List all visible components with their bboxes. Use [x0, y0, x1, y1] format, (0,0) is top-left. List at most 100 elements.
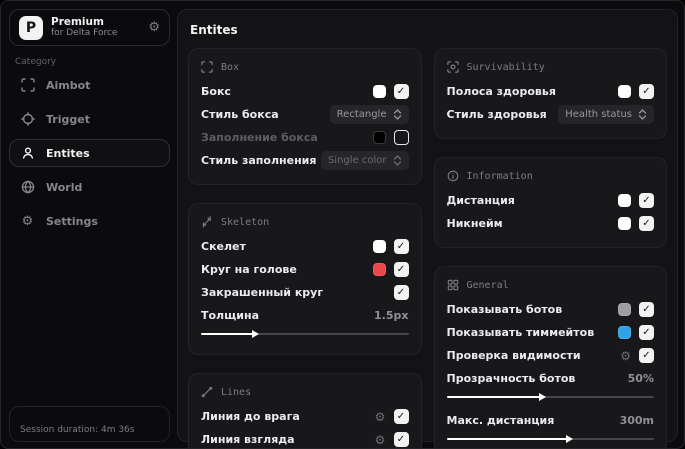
- health-style-select[interactable]: Health status: [558, 105, 654, 124]
- premium-title-block: Premium for Delta Force: [51, 16, 140, 38]
- setting-row: Стиль заполнения Single color: [201, 149, 409, 172]
- bot-opacity-slider[interactable]: [446, 392, 654, 402]
- setting-label: Прозрачность ботов: [446, 372, 576, 385]
- card-title: Lines: [221, 386, 252, 398]
- line-icon: [201, 386, 213, 398]
- checkbox[interactable]: [393, 285, 409, 300]
- setting-row: Круг на голове: [201, 258, 409, 281]
- crosshair-icon: [20, 112, 35, 127]
- color-swatch[interactable]: [618, 217, 631, 230]
- color-swatch[interactable]: [372, 131, 386, 144]
- card-survivability: Survivability Полоса здоровья Стиль здор…: [433, 48, 667, 139]
- checkbox[interactable]: [393, 130, 409, 145]
- checkbox[interactable]: [393, 262, 409, 277]
- card-lines-header: Lines: [201, 386, 409, 398]
- checkbox[interactable]: [639, 325, 654, 340]
- sidebar-item-label: Settings: [46, 214, 98, 228]
- sidebar-item-trigget[interactable]: Trigget: [9, 105, 170, 133]
- setting-row: Стиль здоровья Health status: [446, 103, 654, 126]
- setting-row: Дистанция: [447, 189, 654, 212]
- color-swatch[interactable]: [372, 240, 386, 253]
- setting-row: Макс. дистанция 300m: [447, 409, 655, 432]
- checkbox[interactable]: [639, 193, 654, 208]
- setting-row: Линия до врага ⚙: [201, 405, 409, 428]
- card-lines: Lines Линия до врага ⚙ Линия взгляда ⚙: [188, 373, 422, 448]
- color-swatch[interactable]: [618, 326, 631, 339]
- card-title: General: [466, 279, 509, 291]
- card-title: Information: [466, 170, 533, 182]
- color-swatch[interactable]: [372, 263, 386, 276]
- color-swatch[interactable]: [372, 85, 386, 98]
- color-swatch[interactable]: [618, 194, 631, 207]
- app-logo: P: [19, 15, 43, 40]
- setting-row: Толщина 1.5px: [201, 304, 409, 327]
- card-information: Information Дистанция Никнейм: [433, 157, 667, 248]
- setting-label: Макс. дистанция: [446, 414, 555, 427]
- max-distance-slider[interactable]: [446, 434, 654, 444]
- setting-label: Полоса здоровья: [446, 85, 556, 98]
- setting-label: Стиль здоровья: [446, 108, 547, 121]
- checkbox[interactable]: [639, 302, 654, 317]
- setting-label: Заполнение бокса: [201, 131, 318, 144]
- card-title: Skeleton: [221, 216, 270, 228]
- setting-label: Круг на голове: [201, 263, 297, 276]
- color-swatch[interactable]: [618, 85, 631, 98]
- slider-value: 300m: [619, 414, 654, 427]
- checkbox[interactable]: [393, 409, 409, 424]
- bone-icon: [202, 216, 211, 228]
- setting-row: Линия взгляда ⚙: [201, 428, 409, 448]
- target-scan-icon: [446, 61, 459, 73]
- setting-row: Полоса здоровья: [446, 80, 654, 103]
- right-column: Survivability Полоса здоровья Стиль здор…: [433, 48, 667, 448]
- main-panel: Entites Box Бокс ✓ Стиль бокса Rectangle…: [177, 9, 678, 448]
- setting-row: Скелет: [201, 235, 409, 258]
- setting-label: Линия до врага: [201, 410, 300, 423]
- card-box: Box Бокс Стиль бокса Rectangle: [188, 48, 422, 185]
- checkbox[interactable]: [639, 84, 654, 99]
- slider-value: 50%: [627, 372, 654, 385]
- setting-row: Бокс: [201, 80, 409, 103]
- checkbox[interactable]: [639, 348, 654, 363]
- category-label: Category: [15, 57, 57, 67]
- gear-icon[interactable]: ⚙: [375, 434, 386, 446]
- gear-icon[interactable]: ⚙: [375, 411, 386, 423]
- setting-label: Стиль заполнения: [201, 154, 317, 167]
- gear-icon[interactable]: ⚙: [148, 21, 160, 34]
- sidebar-item-settings[interactable]: ⚙ Settings: [9, 207, 170, 235]
- slider-fill[interactable]: [201, 330, 259, 338]
- slider-fill[interactable]: [446, 435, 574, 443]
- sidebar-item-label: Aimbot: [46, 78, 91, 92]
- premium-subtitle: for Delta Force: [51, 28, 118, 39]
- card-information-header: Information: [447, 170, 655, 182]
- fill-style-select[interactable]: Single color: [320, 151, 409, 170]
- setting-row: Закрашенный круг: [201, 281, 409, 304]
- box-style-select[interactable]: Rectangle: [329, 105, 409, 124]
- card-skeleton-header: Skeleton: [201, 216, 409, 228]
- app-window: P Premium for Delta Force ⚙ Category Aim…: [0, 0, 685, 449]
- checkbox[interactable]: [393, 432, 409, 447]
- thickness-slider[interactable]: [201, 329, 409, 339]
- setting-row: Показывать ботов: [447, 298, 654, 321]
- sidebar-item-label: World: [46, 180, 83, 194]
- premium-title: Premium: [51, 16, 104, 29]
- setting-label: Скелет: [201, 240, 246, 253]
- setting-row: Проверка видимости ⚙: [447, 344, 654, 367]
- checkbox[interactable]: [393, 84, 409, 99]
- person-icon: [20, 146, 35, 161]
- slider-fill[interactable]: [446, 393, 547, 401]
- gear-icon[interactable]: ⚙: [620, 350, 631, 362]
- card-title: Box: [221, 61, 240, 73]
- sidebar-item-aimbot[interactable]: Aimbot: [9, 71, 170, 99]
- checkbox[interactable]: [393, 239, 409, 254]
- gear-icon: ⚙: [21, 213, 34, 229]
- sidebar-item-label: Trigget: [46, 112, 90, 126]
- checkbox[interactable]: [639, 216, 654, 231]
- setting-label: Толщина: [201, 309, 260, 322]
- sidebar-item-label: Entites: [46, 146, 90, 160]
- setting-row: Прозрачность ботов 50%: [447, 367, 655, 390]
- card-columns: Box Бокс Стиль бокса Rectangle: [178, 48, 677, 448]
- color-swatch[interactable]: [618, 303, 631, 316]
- sidebar-item-world[interactable]: World: [9, 173, 170, 201]
- grid-icon: [447, 279, 458, 291]
- sidebar-item-entites[interactable]: Entites: [9, 139, 170, 167]
